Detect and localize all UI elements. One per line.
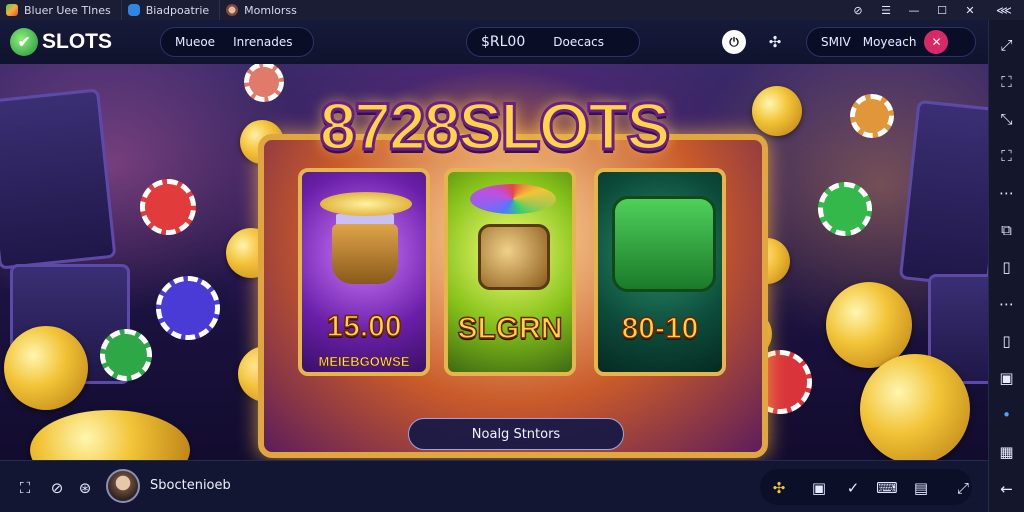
message-icon[interactable]: ⌨	[874, 475, 900, 501]
promo-title: 8728SLOTS	[318, 88, 672, 165]
app-window: Bluer Uee Tlnes Biadpoatrie Momlorss ⊘ ☰…	[0, 0, 1024, 512]
wallet-bar: $RL00 Doecacs	[466, 27, 640, 57]
user-short-label[interactable]: SMIV	[807, 35, 857, 49]
camera-icon[interactable]: ▣	[989, 359, 1024, 396]
location-icon[interactable]: •	[989, 396, 1024, 433]
expand-icon[interactable]: ⤢	[989, 26, 1024, 63]
collapse-icon[interactable]: ⋘	[984, 0, 1024, 20]
user-action-button[interactable]: Moyeach	[857, 35, 923, 49]
app-icon	[6, 4, 18, 16]
more-icon-2[interactable]: ⋯	[989, 285, 1024, 322]
casino-chip	[140, 179, 196, 235]
link-icon[interactable]: ⊛	[72, 475, 98, 501]
cloud-icon	[127, 4, 140, 16]
crop-icon[interactable]: ⛶	[989, 137, 1024, 174]
tab-1[interactable]: Bluer Uee Tlnes	[0, 0, 122, 20]
gold-coin	[4, 326, 88, 410]
vr-headset-icon[interactable]: ⛶	[12, 475, 38, 501]
logo-text: SLOTS	[42, 30, 113, 53]
back-icon[interactable]: ⊘	[44, 475, 70, 501]
save-icon[interactable]: ▤	[908, 475, 934, 501]
minimize-icon[interactable]: —	[900, 0, 928, 20]
gamepad-icon[interactable]: ✣	[766, 475, 792, 501]
balance-value: $RL00	[481, 34, 526, 50]
settings-icon[interactable]: ▦	[989, 433, 1024, 470]
bucket-of-coins-icon	[332, 224, 398, 284]
profile-badge-icon[interactable]: ✕	[924, 30, 949, 54]
close-icon[interactable]: ✕	[956, 0, 984, 20]
avatar-icon	[226, 4, 239, 16]
notification-icon[interactable]: ⊘	[844, 0, 872, 20]
user-bar: SMIV Moyeach ✕	[806, 27, 976, 57]
power-icon[interactable]: ⏻	[722, 30, 746, 54]
promo-card-1[interactable]: 15.00 MEIEBGOWSE	[298, 168, 430, 376]
promo-card-1-value: 15.00	[326, 309, 403, 344]
reel-drum-icon	[478, 224, 550, 290]
main-nav: Mueoe Inrenades	[160, 27, 314, 57]
slots-logo[interactable]: ✔ SLOTS	[10, 28, 112, 56]
casino-chip	[100, 329, 152, 381]
promo-card-3[interactable]: 80-10	[594, 168, 726, 376]
check-icon[interactable]: ✓	[840, 475, 866, 501]
gold-coin	[860, 354, 970, 460]
tab-label: Biadpoatrie	[145, 3, 210, 17]
hero-stage: 8728SLOTS 15.00 MEIEBGOWSE SLGRN 80-10 N…	[0, 64, 988, 460]
tab-label: Bluer Uee Tlnes	[24, 3, 111, 17]
tab-2[interactable]: Biadpoatrie	[122, 0, 221, 20]
window-icon[interactable]: ▯	[989, 248, 1024, 285]
deposit-button[interactable]: Doecacs	[539, 35, 618, 49]
slot-reel-machine-icon	[612, 196, 716, 292]
nav-item-mueoe[interactable]: Mueoe	[161, 35, 229, 49]
gold-coin	[30, 410, 190, 460]
resize-icon[interactable]: ⛶	[989, 63, 1024, 100]
back-arrow-icon[interactable]: ←	[989, 470, 1024, 507]
tab-label: Momlorss	[244, 3, 297, 17]
title-bar: Bluer Uee Tlnes Biadpoatrie Momlorss ⊘ ☰…	[0, 0, 1024, 20]
promo-card-1-sub: MEIEBGOWSE	[318, 354, 410, 370]
right-sidebar: ⤢ ⛶ ⤡ ⛶ ⋯ ⧉ ▯ ⋯ ▯ ▣ • ▦ ←	[988, 20, 1024, 512]
coin-stack-icon	[320, 192, 412, 216]
phone-icon[interactable]: ▯	[989, 322, 1024, 359]
app-header: ✔ SLOTS Mueoe Inrenades $RL00 Doecacs ⏻ …	[0, 20, 988, 64]
maximize-icon[interactable]: ☐	[928, 0, 956, 20]
start-button[interactable]: Noalg Stntors	[408, 418, 624, 450]
username-label: Sboctenioeb	[150, 478, 231, 493]
user-avatar[interactable]	[106, 469, 140, 503]
fullscreen-icon[interactable]: ⤢	[950, 475, 976, 501]
casino-chip	[156, 276, 220, 340]
promo-card-2[interactable]: SLGRN	[444, 168, 576, 376]
casino-chip	[818, 182, 872, 236]
logo-badge-icon: ✔	[10, 28, 38, 56]
nav-item-inrenades[interactable]: Inrenades	[229, 35, 306, 49]
window-controls: ⊘ ☰ — ☐ ✕ ⋘	[844, 0, 1024, 20]
bottom-bar: ⛶ ⊘ ⊛ Sboctenioeb ✣ ▣ ✓ ⌨ ▤ ⤢	[0, 460, 988, 512]
more-icon[interactable]: ⋯	[989, 174, 1024, 211]
promo-card-2-value: SLGRN	[457, 311, 564, 346]
copy-icon[interactable]: ⧉	[989, 211, 1024, 248]
prize-wheel-icon	[470, 184, 556, 214]
screen-icon[interactable]: ▣	[806, 475, 832, 501]
promo-card-3-value: 80-10	[621, 311, 699, 346]
shrink-icon[interactable]: ⤡	[989, 100, 1024, 137]
gamepad-icon[interactable]: ✣	[763, 30, 787, 54]
tab-3[interactable]: Momlorss	[220, 0, 307, 20]
hamburger-menu-icon[interactable]: ☰	[872, 0, 900, 20]
